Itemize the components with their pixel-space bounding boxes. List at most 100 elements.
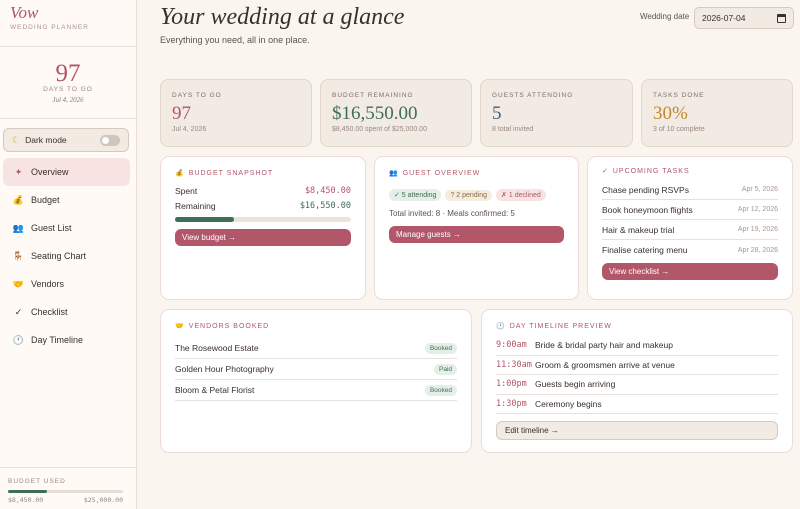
page-title: Your wedding at a glance [160,4,405,30]
sidebar-item-budget[interactable]: 💰 Budget [3,186,130,214]
sidebar-item-day-timeline[interactable]: 🕐 Day Timeline [3,326,130,354]
wedding-date-value: 2026-07-04 [702,13,746,23]
timeline-event: Groom & groomsmen arrive at venue [535,359,675,370]
view-budget-button[interactable]: View budget → [175,229,351,246]
task-name: Hair & makeup trial [602,224,675,235]
sidebar-item-label: Checklist [31,307,68,317]
sidebar-item-checklist[interactable]: ✓ Checklist [3,298,130,326]
sidebar-item-label: Vendors [31,279,65,289]
stat-label: BUDGET REMAINING [332,92,414,99]
task-date: Apr 19, 2026 [737,226,778,233]
sidebar-item-label: Guest List [31,223,72,233]
check-icon: ✓ [14,306,23,317]
timeline-row[interactable]: 1:00pm Guests begin arriving [496,375,778,395]
task-date: Apr 12, 2026 [737,206,778,213]
sidebar: Vow WEDDING PLANNER 97 DAYS TO GO Jul 4,… [0,0,137,509]
stat-value: $16,550.00 [332,103,418,124]
edit-timeline-button[interactable]: Edit timeline → [496,421,778,440]
task-row[interactable]: Finalise catering menu Apr 28, 2026 [602,240,778,260]
countdown-date: Jul 4, 2026 [52,96,84,104]
budget-used-fill [8,490,47,493]
vendor-row[interactable]: Bloom & Petal Florist Booked [175,380,457,401]
manage-guests-button[interactable]: Manage guests → [389,226,564,243]
wedding-date-input[interactable]: 2026-07-04 [694,7,794,29]
task-name: Chase pending RSVPs [602,184,689,195]
brand: Vow WEDDING PLANNER [0,0,136,47]
people-icon: 👥 [12,222,25,233]
day-timeline-card: 🕐 DAY TIMELINE PREVIEW 9:00am Bride & br… [481,309,793,453]
sidebar-item-guest-list[interactable]: 👥 Guest List [3,214,130,242]
budget-used-total: $25,000.00 [83,496,123,504]
panel-title-text: UPCOMING TASKS [612,167,690,175]
sidebar-item-label: Seating Chart [31,251,87,261]
sidebar-nav: ✦ Overview 💰 Budget 👥 Guest List 🪑 Seati… [3,158,130,354]
brand-subtitle: WEDDING PLANNER [10,24,89,31]
stat-tasks-done: TASKS DONE 30% 3 of 10 complete [641,79,793,147]
chip-attending: ✓ 5 attending [389,189,442,201]
vendor-row[interactable]: The Rosewood Estate Booked [175,338,457,359]
sidebar-countdown: 97 DAYS TO GO Jul 4, 2026 [0,47,136,119]
stat-value: 5 [492,103,502,124]
handshake-icon: 🤝 [175,323,185,330]
sidebar-item-overview[interactable]: ✦ Overview [3,158,130,186]
people-icon: 👥 [389,170,399,177]
stat-value: 97 [172,103,191,124]
view-checklist-button[interactable]: View checklist → [602,263,778,280]
stat-label: DAYS TO GO [172,92,222,99]
sidebar-item-vendors[interactable]: 🤝 Vendors [3,270,130,298]
dark-mode-label: Dark mode [25,135,67,145]
brand-name: Vow [10,3,39,22]
timeline-time: 1:30pm [496,398,527,409]
task-row[interactable]: Chase pending RSVPs Apr 5, 2026 [602,180,778,200]
remaining-value: $16,550.00 [299,201,351,211]
panel-title-text: BUDGET SNAPSHOT [188,169,274,177]
stat-sub: 3 of 10 complete [653,126,705,133]
clock-icon: 🕐 [12,334,25,345]
money-bag-icon: 💰 [12,194,25,205]
calendar-icon[interactable] [777,13,786,23]
task-row[interactable]: Hair & makeup trial Apr 19, 2026 [602,220,778,240]
task-name: Book honeymoon flights [602,204,693,215]
timeline-event: Bride & bridal party hair and makeup [535,340,673,351]
task-date: Apr 5, 2026 [741,186,778,193]
guest-overview-card: 👥 GUEST OVERVIEW ✓ 5 attending? 2 pendin… [374,156,579,300]
budget-snapshot-title: 💰 BUDGET SNAPSHOT [175,169,351,178]
status-badge: Booked [424,342,457,354]
money-bag-icon: 💰 [175,170,185,177]
upcoming-tasks-title: ✓ UPCOMING TASKS [602,167,778,176]
budget-used-label: BUDGET USED [8,478,66,485]
stat-sub: $8,450.00 spent of $25,000.00 [332,126,427,133]
stat-days-to-go: DAYS TO GO 97 Jul 4, 2026 [160,79,312,147]
timeline-row[interactable]: 11:30am Groom & groomsmen arrive at venu… [496,356,778,375]
day-timeline-title: 🕐 DAY TIMELINE PREVIEW [496,322,778,331]
vendor-name: The Rosewood Estate [175,343,259,353]
stat-label: TASKS DONE [653,92,705,99]
vendor-name: Bloom & Petal Florist [175,385,255,395]
stat-value: 30% [653,103,688,124]
sidebar-budget-used: BUDGET USED $8,450.00 $25,000.00 [0,467,137,504]
budget-used-spent: $8,450.00 [8,496,44,504]
chip-declined: ✗ 1 declined [496,189,546,201]
timeline-time: 11:30am [496,359,532,370]
upcoming-tasks-card: ✓ UPCOMING TASKS Chase pending RSVPs Apr… [587,156,793,300]
page-subtitle: Everything you need, all in one place. [160,35,310,45]
sidebar-item-label: Budget [31,195,60,205]
budget-progress-fill [175,217,235,222]
countdown-label: DAYS TO GO [43,86,93,93]
spent-value: $8,450.00 [304,186,351,196]
timeline-time: 9:00am [496,340,527,351]
spent-label: Spent [175,186,198,196]
timeline-row[interactable]: 1:30pm Ceremony begins [496,395,778,414]
guest-summary: Total invited: 8 · Meals confirmed: 5 [389,209,515,218]
task-row[interactable]: Book honeymoon flights Apr 12, 2026 [602,200,778,220]
vendor-row[interactable]: Golden Hour Photography Paid [175,359,457,380]
toggle-switch[interactable] [100,134,120,146]
dark-mode-toggle[interactable]: ☾ Dark mode [3,128,129,152]
timeline-row[interactable]: 9:00am Bride & bridal party hair and mak… [496,336,778,356]
task-name: Finalise catering menu [602,245,688,255]
stat-label: GUESTS ATTENDING [492,92,574,99]
sidebar-item-seating-chart[interactable]: 🪑 Seating Chart [3,242,130,270]
chip-pending: ? 2 pending [445,190,493,201]
sidebar-item-label: Day Timeline [31,335,84,345]
stat-sub: Jul 4, 2026 [172,126,207,133]
